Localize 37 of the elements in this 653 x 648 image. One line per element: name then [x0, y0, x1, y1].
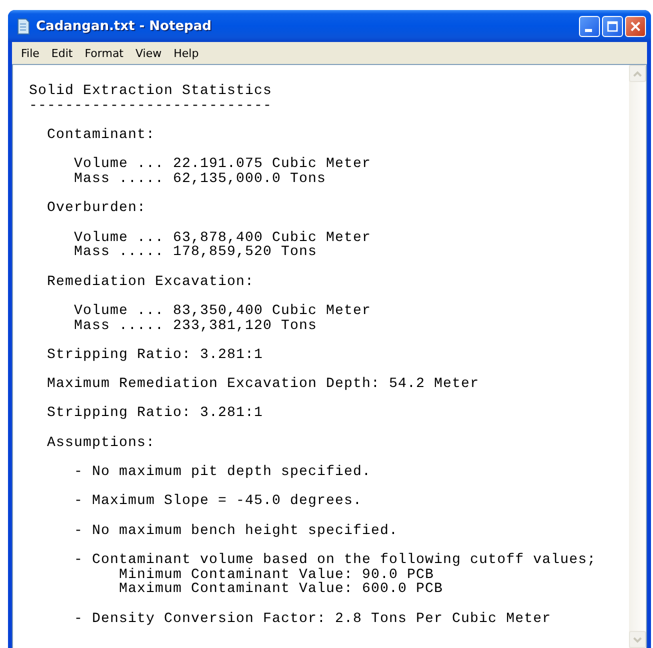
minimize-icon — [584, 28, 592, 32]
assumption-item: - No maximum bench height specified. — [74, 524, 398, 538]
assumption-item: - Maximum Slope = -45.0 degrees. — [74, 494, 362, 510]
dashed-rule-text: --------------------------- — [29, 98, 272, 114]
statistic-line: Volume ... 63,878,400 Cubic Meter — [74, 230, 372, 246]
document-heading: Solid Extraction Statistics — [29, 84, 272, 99]
menu-item[interactable]: Edit — [45, 44, 79, 62]
maximize-icon — [607, 20, 618, 32]
chevron-down-icon — [633, 636, 642, 642]
menu-item[interactable]: Help — [168, 44, 205, 62]
window-title: Cadangan.txt - Notepad — [36, 18, 212, 34]
statistic-line: Mass ..... 62,135,000.0 Tons — [74, 172, 326, 187]
assumption-detail: Maximum Contaminant Value: 600.0 PCB — [119, 582, 444, 597]
close-button[interactable] — [625, 16, 646, 36]
menu-item[interactable]: View — [130, 44, 168, 62]
statistic-line: Volume ... 22.191.075 Cubic Meter — [74, 157, 372, 172]
notepad-icon — [16, 18, 30, 34]
maximize-button[interactable] — [602, 16, 623, 36]
close-icon — [630, 20, 641, 32]
assumption-item: - No maximum pit depth specified. — [74, 465, 372, 480]
menu-item[interactable]: Format — [78, 44, 130, 62]
statistic-line: Volume ... 83,350,400 Cubic Meter — [74, 304, 372, 318]
assumption-item: - Density Conversion Factor: 2.8 Tons Per Cubic Meter — [74, 612, 552, 626]
assumption-item: - Contaminant volume based on the following cutoff values; — [74, 553, 596, 568]
section-label: Assumptions: — [47, 436, 156, 450]
statistic-line: Maximum Remediation Excavation Depth: 54.2 Meter — [47, 377, 480, 392]
menu-item[interactable]: File — [15, 44, 46, 62]
section-label: Overburden: — [47, 201, 146, 216]
statistic-line: Mass ..... 233,381,120 Tons — [74, 318, 318, 334]
statistic-line: Stripping Ratio: 3.281:1 — [47, 406, 264, 422]
assumption-detail: Minimum Contaminant Value: 90.0 PCB — [119, 568, 434, 582]
section-label: Contaminant: — [47, 128, 156, 143]
statistic-line: Stripping Ratio: 3.281:1 — [47, 348, 264, 362]
chevron-up-icon — [633, 70, 642, 76]
statistic-line: Mass ..... 178,859,520 Tons — [74, 245, 318, 260]
minimize-button[interactable] — [579, 16, 600, 36]
section-label: Remediation Excavation: — [47, 274, 254, 290]
